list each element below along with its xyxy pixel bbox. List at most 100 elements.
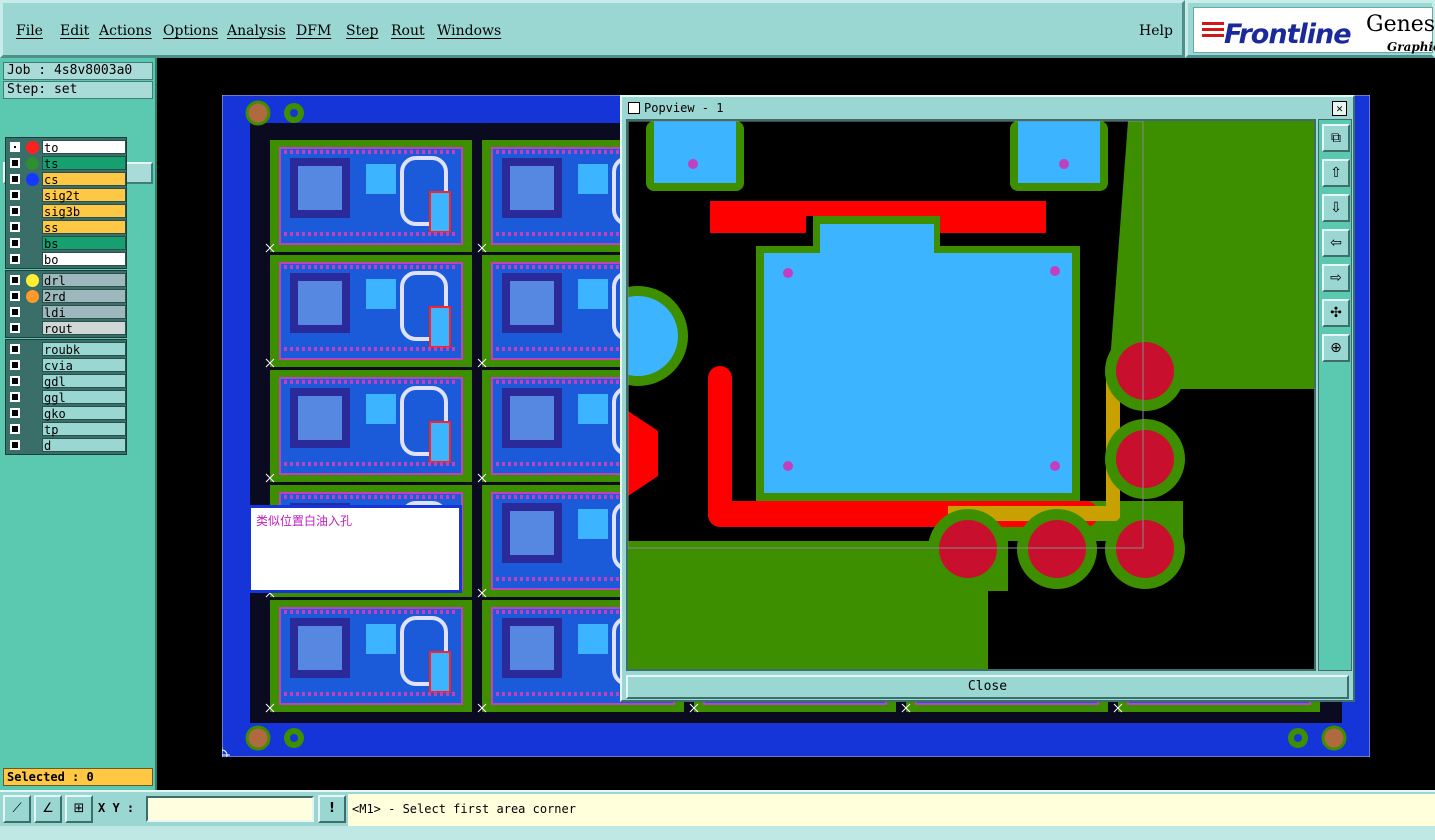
snap-icon[interactable]: ⟋ — [3, 795, 31, 823]
layer-checkbox[interactable] — [10, 174, 20, 184]
layer-row-to[interactable]: to — [7, 139, 126, 155]
genesis-window: File Edit Actions Options Analysis DFM S… — [0, 0, 1435, 840]
menu-options[interactable]: Options — [163, 23, 218, 39]
zoom-window-icon[interactable]: ⧉ — [1322, 124, 1350, 152]
menu-help[interactable]: Help — [1139, 23, 1173, 39]
layer-name[interactable]: ldi — [42, 305, 126, 320]
window-menu-icon[interactable] — [628, 102, 640, 114]
layer-checkbox[interactable] — [10, 238, 20, 248]
layer-name[interactable]: cs — [42, 172, 126, 187]
selected-count: Selected : 0 — [3, 768, 153, 786]
fiducial-center — [290, 109, 298, 117]
popview-canvas[interactable] — [626, 119, 1316, 671]
menu-rout[interactable]: Rout — [391, 23, 425, 39]
layer-checkbox[interactable] — [10, 254, 20, 264]
layer-row-cvia[interactable]: cvia — [7, 357, 126, 373]
layer-name[interactable]: bs — [42, 236, 126, 251]
layer-panel: Job : 4s8v8003a0 Step: set Job Matrix ..… — [0, 58, 157, 790]
layer-checkbox[interactable] — [10, 360, 20, 370]
corner-tooling-hole — [245, 100, 271, 126]
layer-name[interactable]: to — [42, 140, 126, 155]
layer-name[interactable]: ts — [42, 156, 126, 171]
layer-name[interactable]: gdl — [42, 374, 126, 389]
layer-row-roubk[interactable]: roubk — [7, 341, 126, 357]
layer-checkbox[interactable] — [10, 222, 20, 232]
grid-icon[interactable]: ⊞ — [65, 795, 93, 823]
layer-row-cs[interactable]: cs — [7, 171, 126, 187]
menu-dfm[interactable]: DFM — [296, 23, 331, 39]
layer-checkbox[interactable] — [10, 206, 20, 216]
layer-name[interactable]: d — [42, 438, 126, 453]
alert-icon[interactable]: ! — [318, 795, 346, 823]
menu-actions[interactable]: Actions — [99, 23, 152, 39]
layer-checkbox[interactable] — [10, 158, 20, 168]
layer-row-tp[interactable]: tp — [7, 421, 126, 437]
layer-checkbox[interactable] — [10, 424, 20, 434]
layer-row-ts[interactable]: ts — [7, 155, 126, 171]
menu-analysis[interactable]: Analysis — [227, 23, 286, 39]
layer-row-rout[interactable]: rout — [7, 320, 126, 336]
layer-row-gdl[interactable]: gdl — [7, 373, 126, 389]
layer-checkbox[interactable] — [10, 307, 20, 317]
pan-down-icon[interactable]: ⇩ — [1322, 194, 1350, 222]
layer-checkbox[interactable] — [10, 344, 20, 354]
layer-row-sig3b[interactable]: sig3b — [7, 203, 126, 219]
layer-group-board: to ts cs sig2t sig3b ss bs bo — [5, 137, 127, 269]
ic-pad — [510, 626, 554, 670]
smd-pad — [578, 279, 608, 309]
zoom-in-icon[interactable]: ✣ — [1322, 299, 1350, 327]
smd-pad — [1018, 121, 1100, 183]
xy-input[interactable] — [146, 796, 314, 822]
layer-checkbox[interactable] — [10, 376, 20, 386]
layer-checkbox[interactable] — [10, 408, 20, 418]
layer-checkbox[interactable] — [10, 190, 20, 200]
layer-checkbox[interactable] — [10, 275, 20, 285]
layer-name[interactable]: bo — [42, 252, 126, 267]
menu-edit[interactable]: Edit — [60, 23, 89, 39]
layer-checkbox[interactable] — [10, 291, 20, 301]
layer-name[interactable]: cvia — [42, 358, 126, 373]
popview-titlebar[interactable]: Popview - 1 ✕ — [624, 99, 1351, 117]
layer-name[interactable]: roubk — [42, 342, 126, 357]
layer-name[interactable]: gko — [42, 406, 126, 421]
layer-name[interactable]: tp — [42, 422, 126, 437]
pan-left-icon[interactable]: ⇦ — [1322, 229, 1350, 257]
via-dot — [1059, 159, 1069, 169]
layer-row-ss[interactable]: ss — [7, 219, 126, 235]
layer-row-sig2t[interactable]: sig2t — [7, 187, 126, 203]
layer-name[interactable]: sig2t — [42, 188, 126, 203]
layer-name[interactable]: 2rd — [42, 289, 126, 304]
layer-row-bo[interactable]: bo — [7, 251, 126, 267]
menu-step[interactable]: Step — [346, 23, 378, 39]
layer-checkbox[interactable] — [10, 323, 20, 333]
layer-row-gko[interactable]: gko — [7, 405, 126, 421]
close-button[interactable]: Close — [626, 675, 1349, 699]
layer-checkbox[interactable] — [10, 142, 20, 152]
layer-row-d[interactable]: d — [7, 437, 126, 453]
layer-row-drl[interactable]: drl — [7, 272, 126, 288]
layer-row-bs[interactable]: bs — [7, 235, 126, 251]
ic-pad — [298, 396, 342, 440]
menu-windows[interactable]: Windows — [437, 23, 501, 39]
layer-name[interactable]: ss — [42, 220, 126, 235]
corner-tooling-hole — [245, 725, 271, 751]
menu-file[interactable]: File — [16, 23, 43, 39]
layer-color-dot — [26, 141, 39, 154]
layer-checkbox[interactable] — [10, 440, 20, 450]
layer-row-ggl[interactable]: ggl — [7, 389, 126, 405]
layer-name[interactable]: sig3b — [42, 204, 126, 219]
zoom-out-icon[interactable]: ⊕ — [1322, 334, 1350, 362]
layer-name[interactable]: rout — [42, 321, 126, 336]
layer-checkbox[interactable] — [10, 392, 20, 402]
frontline-logo: Frontline Genesis Graphic E — [1185, 0, 1435, 58]
layer-row-2rd[interactable]: 2rd — [7, 288, 126, 304]
fiducial-center — [290, 734, 298, 742]
measure-icon[interactable]: ∠ — [34, 795, 62, 823]
smd-pad — [366, 394, 396, 424]
layer-row-ldi[interactable]: ldi — [7, 304, 126, 320]
pan-up-icon[interactable]: ⇧ — [1322, 159, 1350, 187]
layer-name[interactable]: ggl — [42, 390, 126, 405]
close-icon[interactable]: ✕ — [1332, 101, 1347, 116]
layer-name[interactable]: drl — [42, 273, 126, 288]
pan-right-icon[interactable]: ⇨ — [1322, 264, 1350, 292]
